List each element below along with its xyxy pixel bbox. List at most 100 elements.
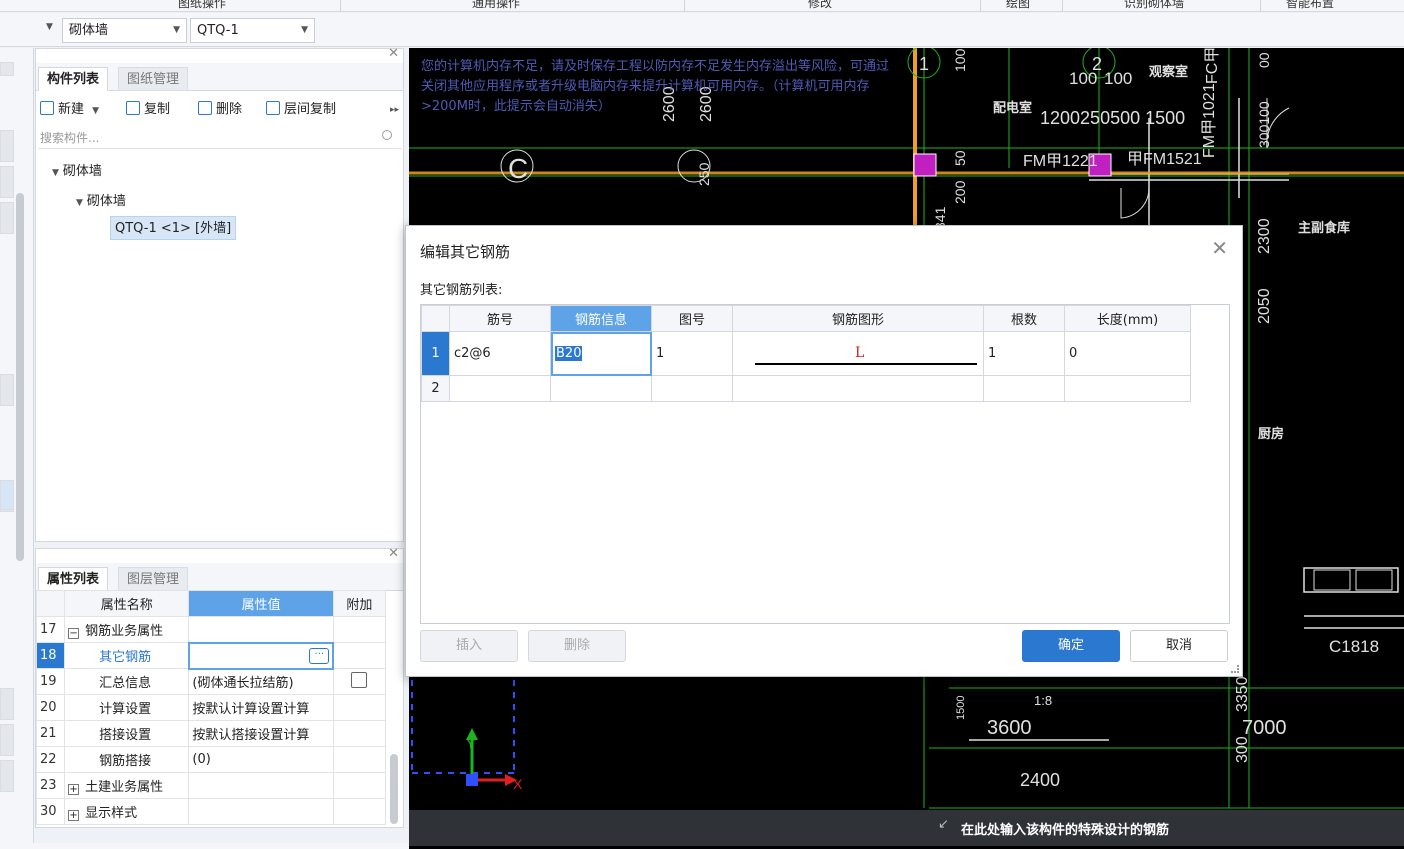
category-select[interactable]: 砌体墙 ▼ — [62, 18, 187, 43]
search-icon[interactable] — [382, 130, 392, 140]
ok-button[interactable]: 确定 — [1022, 630, 1120, 662]
nav-scrollbar[interactable] — [16, 193, 24, 561]
property-row[interactable]: 21 搭接设置 按默认搭接设置计算 — [35, 720, 387, 747]
rebar-cell-bar-no[interactable]: c2@6 — [449, 331, 551, 376]
property-row-selected[interactable]: 18 其它钢筋 ··· — [35, 641, 387, 670]
ribbon-label-drawing-ops[interactable]: 图纸操作 — [178, 0, 226, 11]
property-row-num: 19 — [35, 668, 66, 695]
expand-triangle-icon[interactable]: ▼ — [76, 198, 83, 208]
extra-checkbox[interactable] — [350, 671, 367, 688]
property-row-extra — [332, 668, 387, 695]
property-row-value[interactable]: 按默认搭接设置计算 — [188, 720, 334, 747]
nav-block[interactable] — [0, 760, 14, 792]
rebar-cell-length[interactable]: 0 — [1064, 331, 1191, 376]
delete-button[interactable]: 删除 — [198, 98, 242, 122]
cad-column-block[interactable] — [913, 153, 937, 177]
nav-block[interactable] — [0, 688, 14, 720]
rebar-row[interactable]: 2 — [421, 375, 1191, 402]
door-label-fm1221: FM甲1221 — [1023, 153, 1098, 170]
delete-row-button[interactable]: 删除 — [528, 630, 626, 662]
property-scrollbar[interactable] — [390, 754, 398, 824]
property-row[interactable]: 23 + 土建业务属性 — [35, 772, 387, 799]
insert-button[interactable]: 插入 — [420, 630, 518, 662]
tab-drawing-management[interactable]: 图纸管理 — [118, 67, 189, 91]
trash-icon — [198, 101, 212, 115]
property-header-value: 属性值 — [188, 590, 334, 617]
tree-node-root[interactable]: ▼ 砌体墙 — [52, 160, 102, 179]
ribbon-separator — [1062, 0, 1063, 12]
cancel-button[interactable]: 取消 — [1130, 630, 1228, 662]
ribbon-label-smart-layout[interactable]: 智能布置 — [1286, 0, 1334, 11]
property-row-extra — [332, 798, 387, 825]
property-row[interactable]: 22 钢筋搭接 (0) — [35, 746, 387, 773]
nav-block[interactable] — [0, 166, 14, 198]
new-button[interactable]: 新建 ▼ — [40, 98, 99, 122]
tree-node-child[interactable]: ▼ 砌体墙 — [76, 190, 126, 209]
rebar-cell-count[interactable]: 1 — [983, 331, 1065, 376]
dialog-subtitle: 其它钢筋列表: — [420, 283, 503, 298]
chevron-down-icon[interactable]: ▼ — [92, 106, 99, 116]
rebar-header-shape: 钢筋图形 — [732, 305, 984, 332]
rebar-cell-fig[interactable]: 1 — [651, 331, 733, 376]
expand-triangle-icon[interactable]: ▼ — [52, 168, 59, 178]
rebar-cell-shape[interactable] — [732, 375, 984, 402]
property-row-value[interactable]: 按默认计算设置计算 — [188, 694, 334, 721]
property-row[interactable]: 30 + 显示样式 — [35, 798, 387, 825]
ellipsis-icon[interactable]: ··· — [309, 648, 330, 664]
close-icon[interactable]: ✕ — [388, 46, 399, 61]
ribbon-label-common-ops[interactable]: 通用操作 — [472, 0, 520, 11]
chevron-down-icon[interactable]: ▼ — [46, 22, 53, 32]
tab-property-list[interactable]: 属性列表 — [38, 567, 109, 591]
collapse-icon[interactable]: − — [68, 628, 80, 639]
tab-component-list[interactable]: 构件列表 — [38, 67, 109, 91]
nav-block-selected[interactable] — [0, 480, 14, 510]
nav-block[interactable] — [0, 62, 14, 76]
property-row-name: 搭接设置 — [64, 720, 190, 747]
close-icon[interactable]: ✕ — [388, 546, 399, 561]
component-search-input[interactable]: 搜索构件... — [38, 127, 402, 149]
property-row-value-editor[interactable]: ··· — [187, 641, 335, 670]
rebar-row-selected[interactable]: 1 c2@6 B20 1 L 1 0 — [421, 331, 1191, 376]
floor-copy-button[interactable]: 层间复制 — [266, 98, 336, 122]
rebar-header-bar-no: 筋号 — [449, 305, 551, 332]
rebar-cell-fig[interactable] — [651, 375, 733, 402]
property-row[interactable]: 19 汇总信息 (砌体通长拉结筋) — [35, 668, 387, 695]
rebar-cell-length[interactable] — [1064, 375, 1191, 402]
dim-7000: 7000 — [1242, 717, 1287, 739]
close-icon[interactable]: ✕ — [1211, 236, 1228, 260]
nav-block[interactable] — [0, 202, 14, 234]
rebar-cell-info-editor[interactable]: B20 — [550, 331, 652, 376]
tree-leaf-selected[interactable]: QTQ-1 <1> [外墙] — [110, 216, 237, 240]
ribbon-separator — [980, 0, 981, 12]
more-tools-icon[interactable]: ▸▸ — [390, 98, 399, 122]
tab-layer-management[interactable]: 图层管理 — [118, 567, 189, 591]
rebar-cell-count[interactable] — [983, 375, 1065, 402]
rebar-header-info: 钢筋信息 — [550, 305, 652, 332]
property-row[interactable]: 17 − 钢筋业务属性 — [35, 616, 387, 643]
expand-icon[interactable]: + — [68, 810, 80, 821]
property-row-value[interactable]: (0) — [188, 746, 334, 773]
search-placeholder: 搜索构件... — [40, 131, 100, 145]
component-select[interactable]: QTQ-1 ▼ — [190, 18, 315, 43]
resize-grip-icon[interactable] — [1231, 665, 1239, 673]
rebar-cell-info[interactable] — [550, 375, 652, 402]
expand-icon[interactable]: + — [68, 784, 80, 795]
copy-button[interactable]: 复制 — [126, 98, 170, 122]
property-row[interactable]: 20 计算设置 按默认计算设置计算 — [35, 694, 387, 721]
ribbon-label-identify-wall[interactable]: 识别砌体墙 — [1124, 0, 1184, 11]
property-table: 属性名称 属性值 附加 17 − 钢筋业务属性 18 其它钢筋 ··· 19 汇总… — [35, 590, 387, 825]
ribbon-label-draw[interactable]: 绘图 — [1006, 0, 1030, 11]
property-row-value — [188, 616, 334, 643]
component-list-panel: 构件列表 图纸管理 ✕ — [35, 46, 404, 542]
property-row-value[interactable]: (砌体通长拉结筋) — [188, 668, 334, 695]
ribbon-label-modify[interactable]: 修改 — [808, 0, 832, 11]
left-navigation-strip — [0, 48, 34, 849]
nav-block[interactable] — [0, 724, 14, 756]
nav-block[interactable] — [0, 374, 14, 406]
dim-2400: 2400 — [1020, 770, 1060, 790]
rebar-cell-shape[interactable]: L — [732, 331, 984, 376]
rebar-cell-bar-no[interactable] — [449, 375, 551, 402]
nav-block[interactable] — [0, 130, 14, 162]
window-label-c1818: C1818 — [1329, 637, 1379, 656]
property-row-num: 20 — [35, 694, 66, 721]
